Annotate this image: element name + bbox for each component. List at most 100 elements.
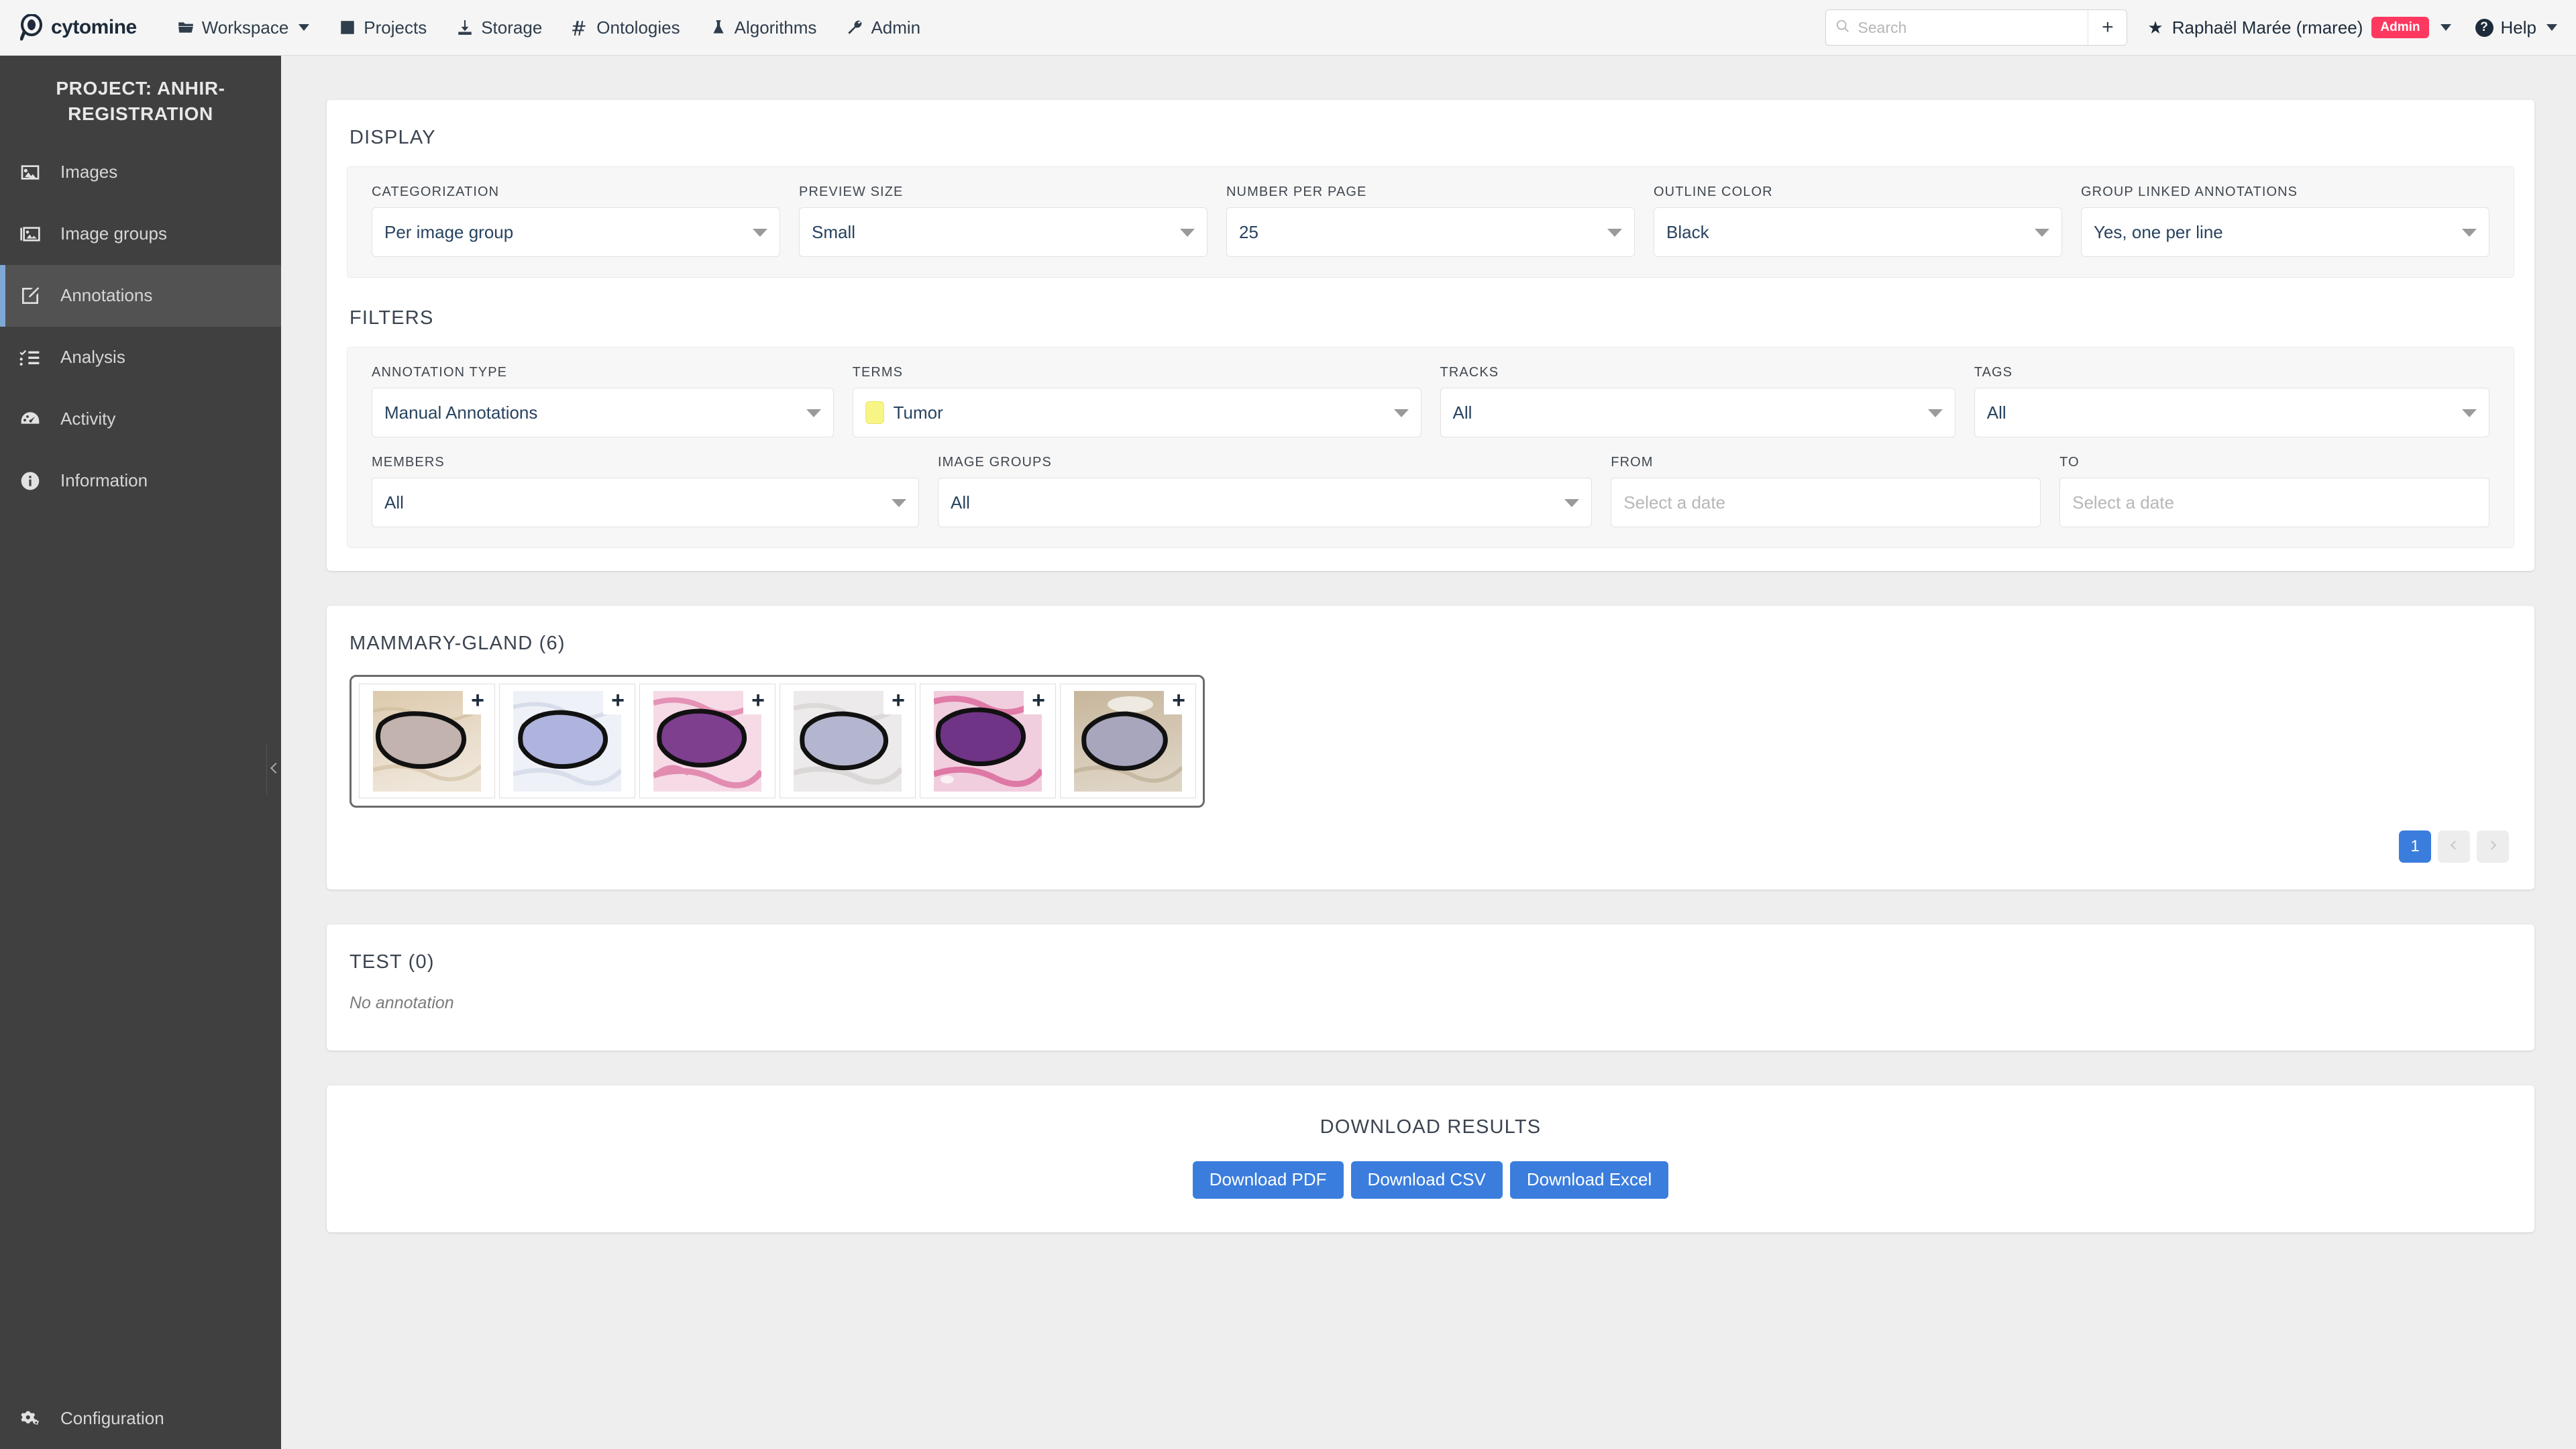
chevron-down-icon xyxy=(2440,24,2451,31)
user-name: Raphaël Marée (rmaree) xyxy=(2171,17,2363,38)
terms-select[interactable]: Tumor xyxy=(852,388,1421,437)
from-date-input[interactable]: Select a date xyxy=(1611,478,2041,527)
add-annotation-badge[interactable]: + xyxy=(883,686,913,714)
sidebar-item-annotations[interactable]: Annotations xyxy=(0,264,281,327)
project-title: PROJECT: ANHIR-REGISTRATION xyxy=(56,78,225,124)
chevron-down-icon xyxy=(2462,229,2477,237)
field-categorization-label: CATEGORIZATION xyxy=(372,184,500,199)
add-annotation-badge[interactable]: + xyxy=(743,686,773,714)
download-pdf-button[interactable]: Download PDF xyxy=(1192,1161,1344,1199)
add-annotation-badge[interactable]: + xyxy=(463,686,492,714)
annotation-thumbnail[interactable]: + xyxy=(499,684,635,798)
user-menu[interactable]: ★ Raphaël Marée (rmaree) Admin xyxy=(2147,17,2451,38)
sidebar-collapse-toggle[interactable] xyxy=(266,745,281,794)
annotation-thumbnail[interactable]: + xyxy=(920,684,1056,798)
chevron-down-icon xyxy=(1180,229,1195,237)
download-buttons-group: Download PDF Download CSV Download Excel xyxy=(1192,1161,1669,1199)
annotation-type-select[interactable]: Manual Annotations xyxy=(372,388,834,437)
sidebar-item-configuration[interactable]: Configuration xyxy=(0,1387,281,1449)
categorization-select[interactable]: Per image group xyxy=(372,207,780,257)
project-sidebar: PROJECT: ANHIR-REGISTRATION Images Image… xyxy=(0,56,281,1449)
members-select[interactable]: All xyxy=(372,478,920,527)
tags-select[interactable]: All xyxy=(1974,388,2489,437)
search-field[interactable] xyxy=(1826,10,2088,45)
help-menu[interactable]: ? Help xyxy=(2475,17,2557,38)
add-annotation-badge[interactable]: + xyxy=(1024,686,1053,714)
edit-square-icon xyxy=(17,285,43,307)
image-groups-select[interactable]: All xyxy=(938,478,1593,527)
members-value: All xyxy=(384,492,404,513)
add-annotation-badge[interactable]: + xyxy=(1164,686,1193,714)
brand-name: cytomine xyxy=(51,16,137,38)
annotation-thumbnail[interactable]: + xyxy=(1060,684,1196,798)
display-panel: CATEGORIZATION Per image group PREVIEW S… xyxy=(347,166,2514,278)
nav-item-admin[interactable]: Admin xyxy=(831,7,935,48)
to-date-input[interactable]: Select a date xyxy=(2059,478,2489,527)
chevron-down-icon xyxy=(892,499,907,507)
number-per-page-value: 25 xyxy=(1239,221,1258,242)
pagination-prev-button[interactable] xyxy=(2438,830,2470,863)
annotation-thumbnail[interactable]: + xyxy=(639,684,775,798)
preview-size-select[interactable]: Small xyxy=(799,207,1208,257)
nav-item-projects-label: Projects xyxy=(364,17,427,38)
sidebar-item-information[interactable]: Information xyxy=(0,450,281,512)
number-per-page-select[interactable]: 25 xyxy=(1226,207,1635,257)
download-results-title: DOWNLOAD RESULTS xyxy=(1320,1116,1542,1138)
sidebar-item-image-groups[interactable]: Image groups xyxy=(0,203,281,265)
pagination-page-1[interactable]: 1 xyxy=(2399,830,2431,863)
main-content: DISPLAY CATEGORIZATION Per image group P… xyxy=(281,56,2576,1449)
chevron-down-icon xyxy=(299,24,310,31)
add-annotation-badge[interactable]: + xyxy=(603,686,633,714)
preview-size-value: Small xyxy=(812,221,856,242)
group-linked-annotations-select[interactable]: Yes, one per line xyxy=(2081,207,2489,257)
search-add-button[interactable]: + xyxy=(2088,10,2127,45)
search-input[interactable] xyxy=(1858,18,2079,37)
annotation-thumbnail[interactable]: + xyxy=(359,684,495,798)
field-tags-label: TAGS xyxy=(1974,365,2013,380)
field-tracks: TRACKS All xyxy=(1431,365,1965,437)
field-number-per-page-label: NUMBER PER PAGE xyxy=(1226,184,1367,199)
cytomine-logo[interactable]: cytomine xyxy=(19,13,137,41)
nav-item-algorithms[interactable]: Algorithms xyxy=(695,7,832,48)
chevron-down-icon xyxy=(1927,409,1943,417)
tracks-select[interactable]: All xyxy=(1440,388,1955,437)
image-groups-value: All xyxy=(951,492,970,513)
field-categorization: CATEGORIZATION Per image group xyxy=(362,184,790,257)
filters-panel: ANNOTATION TYPE Manual Annotations TERMS… xyxy=(347,347,2514,548)
gauge-icon xyxy=(17,409,43,430)
tracks-value: All xyxy=(1452,402,1472,423)
nav-item-storage[interactable]: Storage xyxy=(441,7,557,48)
nav-item-admin-label: Admin xyxy=(871,17,921,38)
annotation-thumbnail[interactable]: + xyxy=(780,684,916,798)
nav-item-workspace[interactable]: Workspace xyxy=(162,7,325,48)
filters-row-2: MEMBERS All IMAGE GROUPS All FROM Select xyxy=(362,455,2499,527)
field-from: FROM Select a date xyxy=(1601,455,2050,527)
sidebar-item-activity[interactable]: Activity xyxy=(0,388,281,450)
nav-item-ontologies[interactable]: Ontologies xyxy=(557,7,694,48)
sidebar-item-images[interactable]: Images xyxy=(0,142,281,203)
categorization-value: Per image group xyxy=(384,221,514,242)
sidebar-item-annotations-label: Annotations xyxy=(60,285,153,306)
annotation-type-value: Manual Annotations xyxy=(384,402,538,423)
nav-item-workspace-label: Workspace xyxy=(201,17,289,38)
field-terms-label: TERMS xyxy=(852,365,904,380)
field-from-label: FROM xyxy=(1611,455,1654,470)
field-members-label: MEMBERS xyxy=(372,455,445,470)
field-terms: TERMS Tumor xyxy=(843,365,1431,437)
download-excel-button[interactable]: Download Excel xyxy=(1509,1161,1669,1199)
field-image-groups-label: IMAGE GROUPS xyxy=(938,455,1052,470)
field-preview-size: PREVIEW SIZE Small xyxy=(790,184,1217,257)
outline-color-select[interactable]: Black xyxy=(1654,207,2062,257)
sidebar-item-analysis[interactable]: Analysis xyxy=(0,327,281,388)
nav-item-projects[interactable]: Projects xyxy=(324,7,441,48)
pagination-next-button[interactable] xyxy=(2477,830,2509,863)
field-group-linked-annotations: GROUP LINKED ANNOTATIONS Yes, one per li… xyxy=(2072,184,2499,257)
field-preview-size-label: PREVIEW SIZE xyxy=(799,184,904,199)
download-results-card: DOWNLOAD RESULTS Download PDF Download C… xyxy=(327,1085,2534,1232)
chevron-down-icon xyxy=(1393,409,1409,417)
display-field-row: CATEGORIZATION Per image group PREVIEW S… xyxy=(362,184,2499,257)
field-number-per-page: NUMBER PER PAGE 25 xyxy=(1217,184,1644,257)
sidebar-item-image-groups-label: Image groups xyxy=(60,223,167,244)
download-csv-button[interactable]: Download CSV xyxy=(1350,1161,1503,1199)
sidebar-item-configuration-label: Configuration xyxy=(60,1407,164,1428)
